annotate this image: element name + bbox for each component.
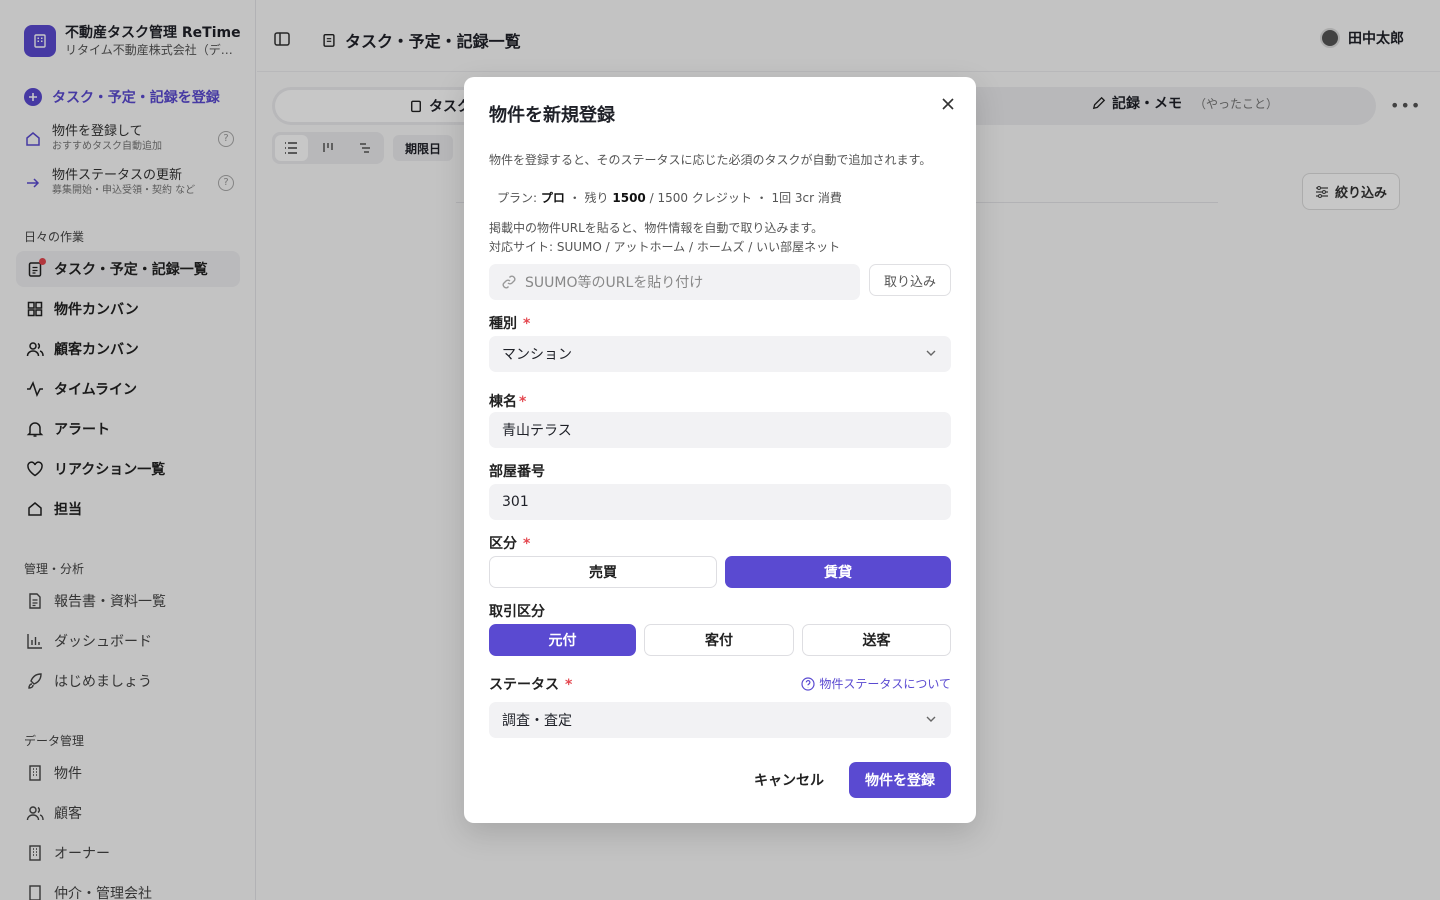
dialog-title: 物件を新規登録 bbox=[489, 105, 615, 126]
status-help-link[interactable]: 物件ステータスについて bbox=[801, 675, 951, 692]
plan-info: プラン: プロ ・ 残り 1500 / 1500 クレジット ・ 1回 3cr … bbox=[497, 189, 842, 206]
status-label-text: ステータス bbox=[489, 677, 559, 693]
type-label-text: 種別 bbox=[489, 316, 517, 332]
deal-label: 取引区分 bbox=[489, 604, 545, 620]
category-rent-button[interactable]: 賃貸 bbox=[725, 556, 951, 588]
status-value: 調査・査定 bbox=[502, 713, 572, 729]
close-icon[interactable] bbox=[938, 94, 958, 114]
category-label: 区分 * bbox=[489, 533, 530, 553]
room-number-input[interactable]: 301 bbox=[489, 484, 951, 520]
type-select[interactable]: マンション bbox=[489, 336, 951, 372]
dialog-description: 物件を登録すると、そのステータスに応じた必須のタスクが自動で追加されます。 bbox=[489, 153, 932, 167]
chevron-down-icon bbox=[925, 347, 937, 359]
type-value: マンション bbox=[502, 347, 572, 363]
url-hint-line2: 対応サイト: SUUMO / アットホーム / ホームズ / いい部屋ネット bbox=[489, 240, 841, 254]
required-mark: * bbox=[523, 316, 531, 332]
type-label: 種別 * bbox=[489, 313, 530, 333]
plan-name: プロ bbox=[540, 191, 565, 205]
deal-sokyaku-button[interactable]: 送客 bbox=[802, 624, 951, 656]
category-label-text: 区分 bbox=[489, 536, 517, 552]
status-help-text: 物件ステータスについて bbox=[819, 677, 951, 691]
import-button[interactable]: 取り込み bbox=[869, 264, 951, 296]
link-icon bbox=[501, 274, 517, 290]
room-value: 301 bbox=[502, 494, 529, 510]
building-name-input[interactable]: 青山テラス bbox=[489, 412, 951, 448]
plan-remaining-label: ・ 残り bbox=[568, 191, 609, 205]
plan-total: / 1500 クレジット ・ 1回 3cr 消費 bbox=[649, 191, 842, 205]
building-label: 棟名 * bbox=[489, 391, 526, 411]
deal-motozuke-button[interactable]: 元付 bbox=[489, 624, 636, 656]
deal-kyakuzuke-button[interactable]: 客付 bbox=[644, 624, 794, 656]
chevron-down-icon bbox=[925, 713, 937, 725]
building-value: 青山テラス bbox=[502, 423, 572, 439]
cancel-button[interactable]: キャンセル bbox=[749, 763, 829, 797]
required-mark: * bbox=[519, 394, 527, 410]
status-label: ステータス * bbox=[489, 674, 572, 694]
required-mark: * bbox=[565, 677, 573, 693]
url-input[interactable]: SUUMO等のURLを貼り付け bbox=[489, 264, 860, 300]
status-select[interactable]: 調査・査定 bbox=[489, 702, 951, 738]
url-hint: 掲載中の物件URLを貼ると、物件情報を自動で取り込みます。 対応サイト: SUU… bbox=[489, 219, 840, 257]
submit-button[interactable]: 物件を登録 bbox=[849, 762, 951, 798]
room-label: 部屋番号 bbox=[489, 464, 545, 480]
url-hint-line1: 掲載中の物件URLを貼ると、物件情報を自動で取り込みます。 bbox=[489, 221, 824, 235]
plan-prefix: プラン: bbox=[497, 191, 538, 205]
url-placeholder: SUUMO等のURLを貼り付け bbox=[525, 275, 704, 291]
required-mark: * bbox=[523, 536, 531, 552]
category-sale-button[interactable]: 売買 bbox=[489, 556, 717, 588]
help-circle-icon bbox=[801, 676, 815, 691]
register-property-dialog: 物件を新規登録 物件を登録すると、そのステータスに応じた必須のタスクが自動で追加… bbox=[464, 77, 976, 823]
building-label-text: 棟名 bbox=[489, 394, 517, 410]
plan-remaining: 1500 bbox=[612, 191, 646, 205]
